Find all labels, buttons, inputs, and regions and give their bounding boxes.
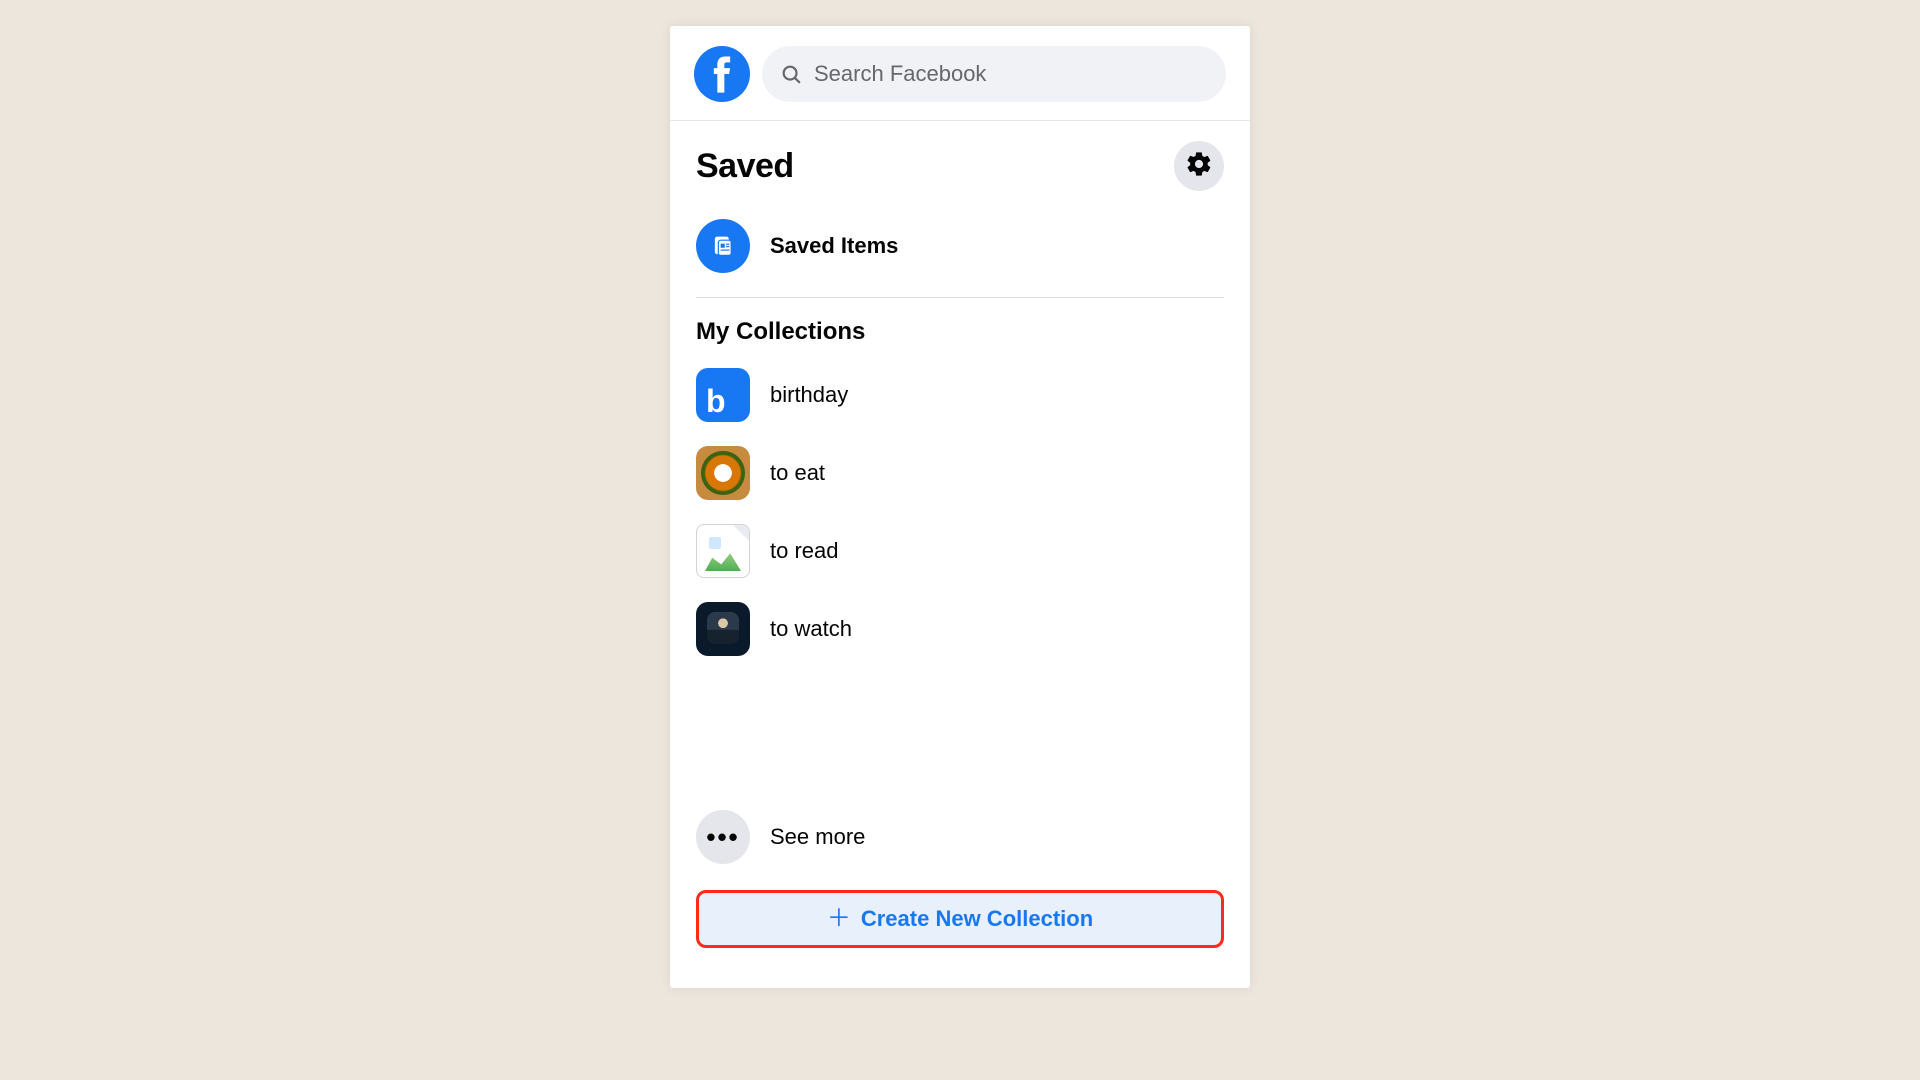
collection-thumb-to-watch <box>696 602 750 656</box>
saved-items-label: Saved Items <box>770 233 898 259</box>
settings-button[interactable] <box>1174 141 1224 191</box>
collection-label: to read <box>770 538 839 564</box>
collection-thumb-birthday: b <box>696 368 750 422</box>
collection-thumb-to-read <box>696 524 750 578</box>
saved-items-nav[interactable]: Saved Items <box>670 205 1250 287</box>
page-title: Saved <box>696 147 794 186</box>
topbar <box>670 26 1250 121</box>
search-input[interactable] <box>814 61 1208 87</box>
collection-birthday[interactable]: b birthday <box>670 356 1250 434</box>
collection-label: birthday <box>770 382 848 408</box>
create-row: ＋ Create New Collection <box>670 876 1250 988</box>
divider <box>696 297 1224 298</box>
spacer <box>670 668 1250 798</box>
facebook-logo[interactable] <box>694 46 750 102</box>
saved-items-icon <box>696 219 750 273</box>
collection-thumb-to-eat <box>696 446 750 500</box>
search-field[interactable] <box>762 46 1226 102</box>
more-icon: ••• <box>696 810 750 864</box>
saved-panel: Saved Saved Items My Collections b <box>670 26 1250 988</box>
collection-to-read[interactable]: to read <box>670 512 1250 590</box>
titlebar: Saved <box>670 121 1250 205</box>
collection-to-watch[interactable]: to watch <box>670 590 1250 668</box>
create-button-label: Create New Collection <box>861 906 1093 932</box>
search-icon <box>780 63 802 85</box>
collection-label: to eat <box>770 460 825 486</box>
collections-title: My Collections <box>670 310 1250 356</box>
gear-icon <box>1185 150 1213 183</box>
collection-to-eat[interactable]: to eat <box>670 434 1250 512</box>
collection-label: to watch <box>770 616 852 642</box>
see-more-label: See more <box>770 824 865 850</box>
plus-icon: ＋ <box>827 907 851 931</box>
create-new-collection-button[interactable]: ＋ Create New Collection <box>696 890 1224 948</box>
see-more[interactable]: ••• See more <box>670 798 1250 876</box>
